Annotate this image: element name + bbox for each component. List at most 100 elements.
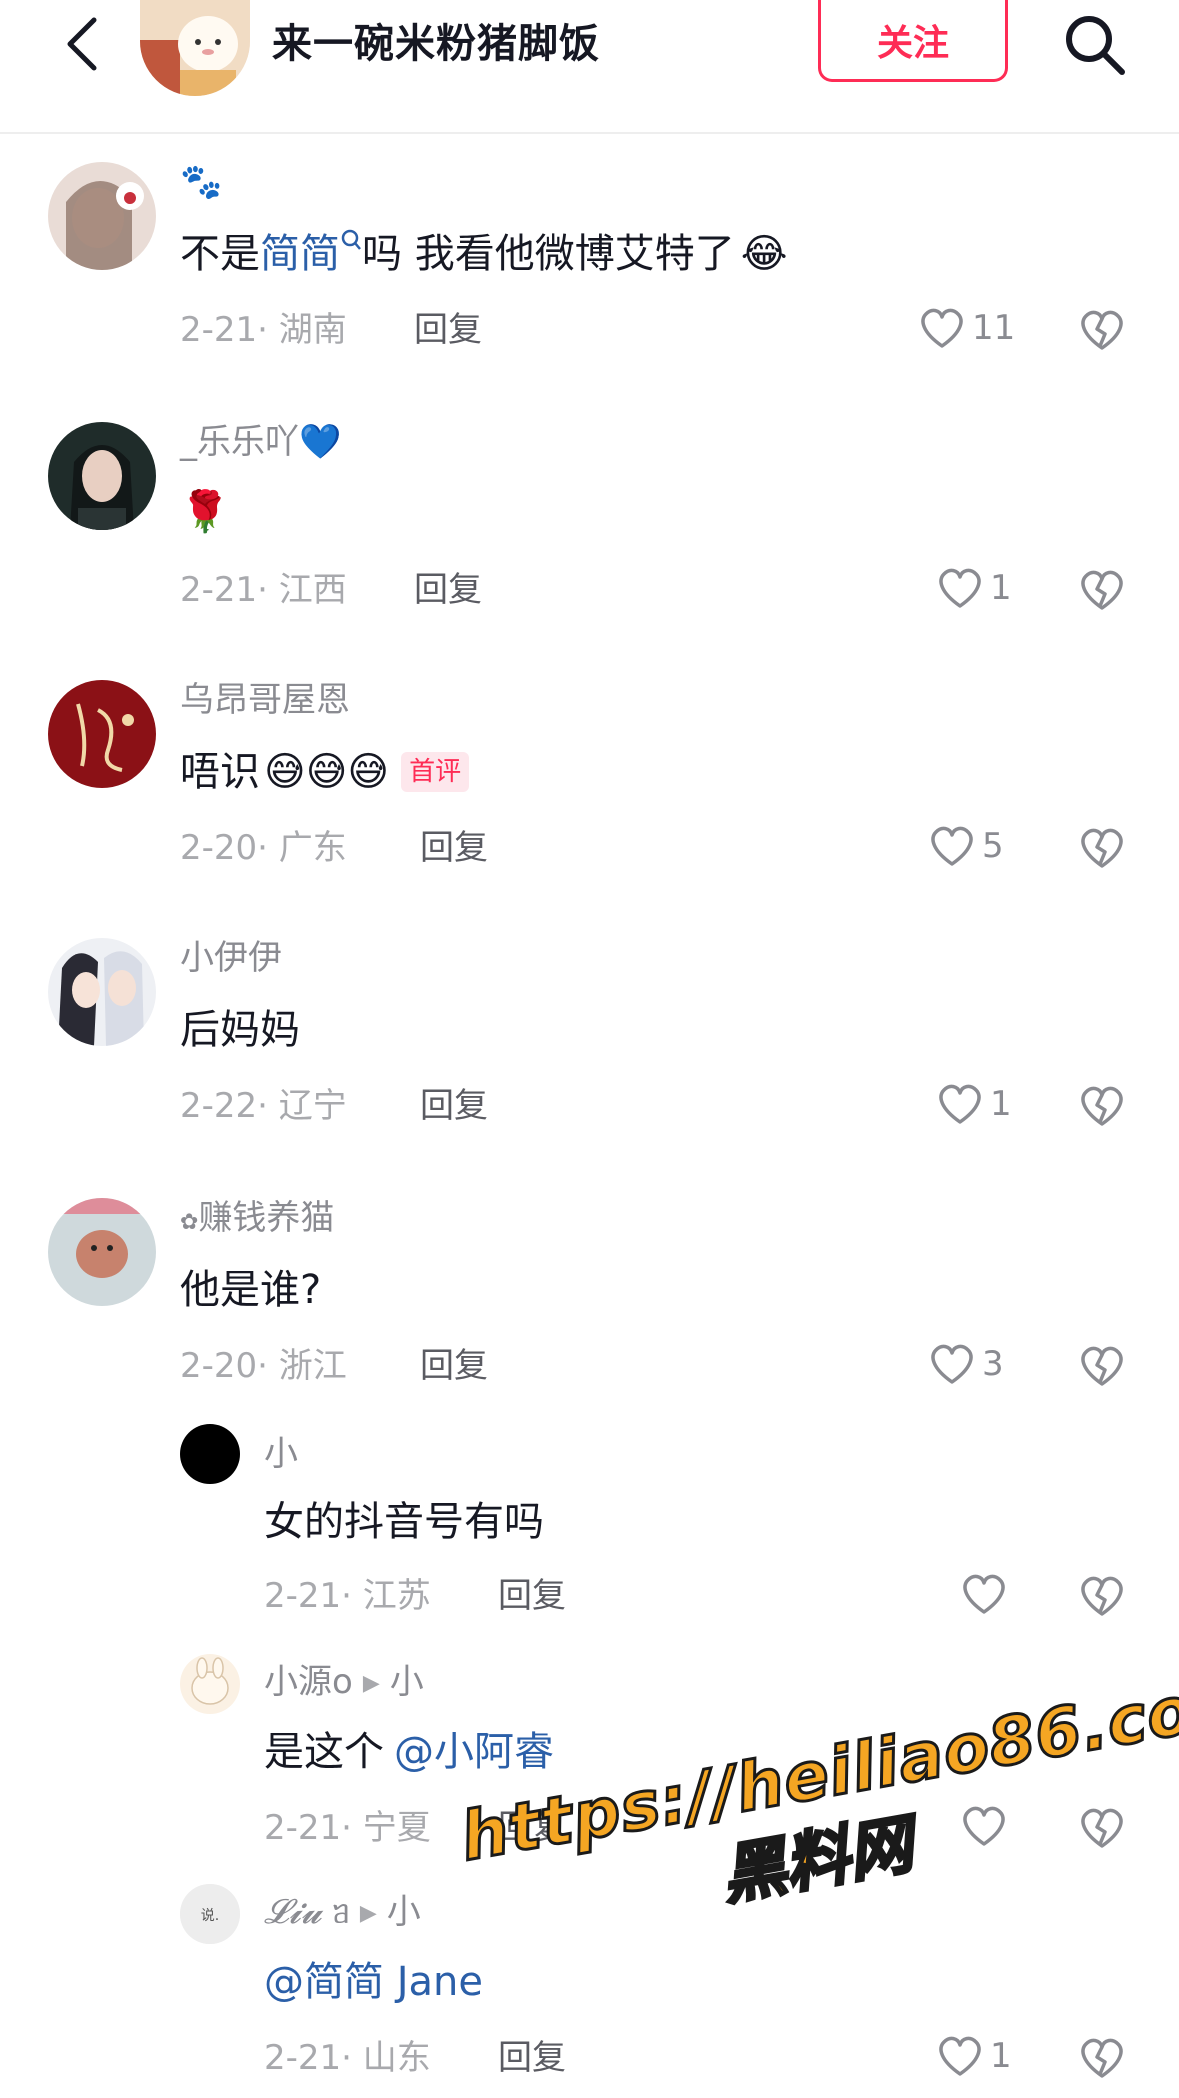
comment-date: 2-21 [180, 310, 258, 350]
reply-text: 女的抖音号有吗 [264, 1499, 544, 1545]
search-icon [1066, 16, 1125, 75]
reply-button[interactable]: 回复 [498, 1804, 566, 1852]
username-text: 赚钱养猫 [198, 1198, 335, 1238]
dislike-button[interactable] [1078, 1084, 1126, 1132]
avatar[interactable] [48, 1198, 156, 1306]
like-button[interactable]: 11 [918, 306, 1015, 350]
heart-icon [931, 1344, 973, 1384]
comment-username[interactable]: 小伊伊 [180, 936, 282, 980]
broken-heart-icon [1081, 2038, 1123, 2078]
like-button[interactable]: 3 [928, 1342, 1004, 1386]
reply-username[interactable]: 小 [264, 1432, 298, 1476]
username-text: _乐乐吖 [180, 422, 299, 462]
author-name[interactable]: 来一碗米粉猪脚饭 [272, 14, 600, 74]
avatar[interactable] [48, 680, 156, 788]
comment-meta: 2-20· 浙江 [180, 1346, 347, 1386]
avatar[interactable] [48, 162, 156, 270]
follow-button[interactable]: 关注 [818, 0, 1008, 82]
comment-location: 江西 [278, 570, 347, 610]
comment-username[interactable]: ✿赚钱养猫 [180, 1196, 334, 1245]
reply-date: 2-21 [264, 2038, 342, 2078]
reply-text-part: 是这个 [264, 1729, 384, 1775]
comment-location: 湖南 [278, 310, 347, 350]
reply-username[interactable]: 𝓛𝓲𝓾 ᥑ ▶ 小 [264, 1890, 421, 1936]
broken-heart-icon [1081, 1576, 1123, 1616]
reply-button[interactable]: 回复 [498, 2034, 566, 2082]
reply-location: 江苏 [362, 1576, 431, 1616]
like-count: 11 [972, 308, 1016, 348]
dislike-button[interactable] [1078, 1344, 1126, 1392]
reply-button[interactable]: 回复 [414, 566, 482, 614]
broken-heart-icon [1081, 1346, 1123, 1386]
avatar[interactable] [48, 938, 156, 1046]
heart-icon [963, 1574, 1005, 1614]
comment-text-part: 吗 我看他微博艾特了 [362, 231, 735, 277]
heart-icon [939, 2036, 981, 2076]
search-icon[interactable] [340, 228, 362, 258]
top-bar: 来一碗米粉猪脚饭 关注 [0, 0, 1179, 134]
heart-icon [939, 1084, 981, 1124]
back-button[interactable] [52, 14, 112, 74]
search-button[interactable] [1060, 10, 1130, 80]
comment-location: 辽宁 [278, 1086, 347, 1126]
dislike-button[interactable] [1078, 308, 1126, 356]
like-button[interactable] [960, 1804, 1008, 1848]
like-button[interactable]: 1 [936, 2034, 1012, 2078]
dislike-button[interactable] [1078, 568, 1126, 616]
reply-button[interactable]: 回复 [414, 306, 482, 354]
username-text: 𝓛𝓲𝓾 [264, 1892, 322, 1932]
blue-heart-emoji: 💙 [299, 422, 342, 462]
sweat-smile-emoji: 😅😅😅 [264, 749, 390, 795]
dislike-button[interactable] [1078, 2036, 1126, 2084]
comment-username[interactable]: 乌昂哥屋恩 [180, 678, 350, 722]
mention-link[interactable]: @简简 Jane [264, 1954, 483, 2010]
comment-username[interactable]: _乐乐吖💙 [180, 420, 341, 464]
comment-meta: 2-21· 江西 [180, 570, 347, 610]
comment-location: 广东 [278, 828, 347, 868]
author-avatar[interactable] [140, 0, 250, 96]
like-button[interactable]: 1 [936, 1082, 1012, 1126]
heart-icon [939, 568, 981, 608]
avatar[interactable] [180, 1424, 240, 1484]
reply-text: 是这个 @小阿睿 [264, 1724, 554, 1780]
like-button[interactable]: 1 [936, 566, 1012, 610]
reply-button[interactable]: 回复 [420, 1082, 488, 1130]
reply-date: 2-21 [264, 1576, 342, 1616]
comment-username[interactable]: 🐾 [180, 160, 222, 204]
reply-text: @简简 Jane [264, 1954, 483, 2010]
comment-text-part: 唔识 [180, 749, 260, 795]
broken-heart-icon [1081, 1808, 1123, 1848]
broken-heart-icon [1081, 1086, 1123, 1126]
username-symbol: ᥑ [332, 1892, 350, 1932]
comment-text: 🌹 [180, 489, 230, 535]
dislike-button[interactable] [1078, 1574, 1126, 1622]
comment-text: 后妈妈 [180, 1007, 300, 1053]
comment-meta: 2-22· 辽宁 [180, 1086, 347, 1126]
heart-icon [931, 826, 973, 866]
comment-text: 他是谁? [180, 1267, 322, 1313]
broken-heart-icon [1081, 570, 1123, 610]
mention-link[interactable]: @小阿睿 [394, 1724, 554, 1780]
like-count: 5 [982, 826, 1004, 866]
chevron-left-icon [67, 17, 97, 71]
dislike-button[interactable] [1078, 1806, 1126, 1854]
laughing-emoji: 😂 [740, 231, 788, 277]
like-button[interactable] [960, 1572, 1008, 1616]
reply-to-username: 小 [386, 1892, 421, 1932]
comment-meta: 2-20· 广东 [180, 828, 347, 868]
reply-button[interactable]: 回复 [420, 1342, 488, 1390]
mention-link[interactable]: 简简 [260, 226, 340, 282]
reply-button[interactable]: 回复 [420, 824, 488, 872]
avatar[interactable] [48, 422, 156, 530]
reply-username[interactable]: 小源ο ▶ 小 [264, 1660, 424, 1706]
comment-date: 2-21 [180, 570, 258, 610]
dislike-button[interactable] [1078, 826, 1126, 874]
comment-meta: 2-21· 湖南 [180, 310, 347, 350]
avatar[interactable] [180, 1654, 240, 1714]
reply-arrow-icon: ▶ [359, 1900, 377, 1926]
like-button[interactable]: 5 [928, 824, 1004, 868]
first-comment-badge: 首评 [401, 752, 470, 792]
reply-button[interactable]: 回复 [498, 1572, 566, 1620]
broken-heart-icon [1081, 310, 1123, 350]
avatar[interactable]: 说. [180, 1884, 240, 1944]
